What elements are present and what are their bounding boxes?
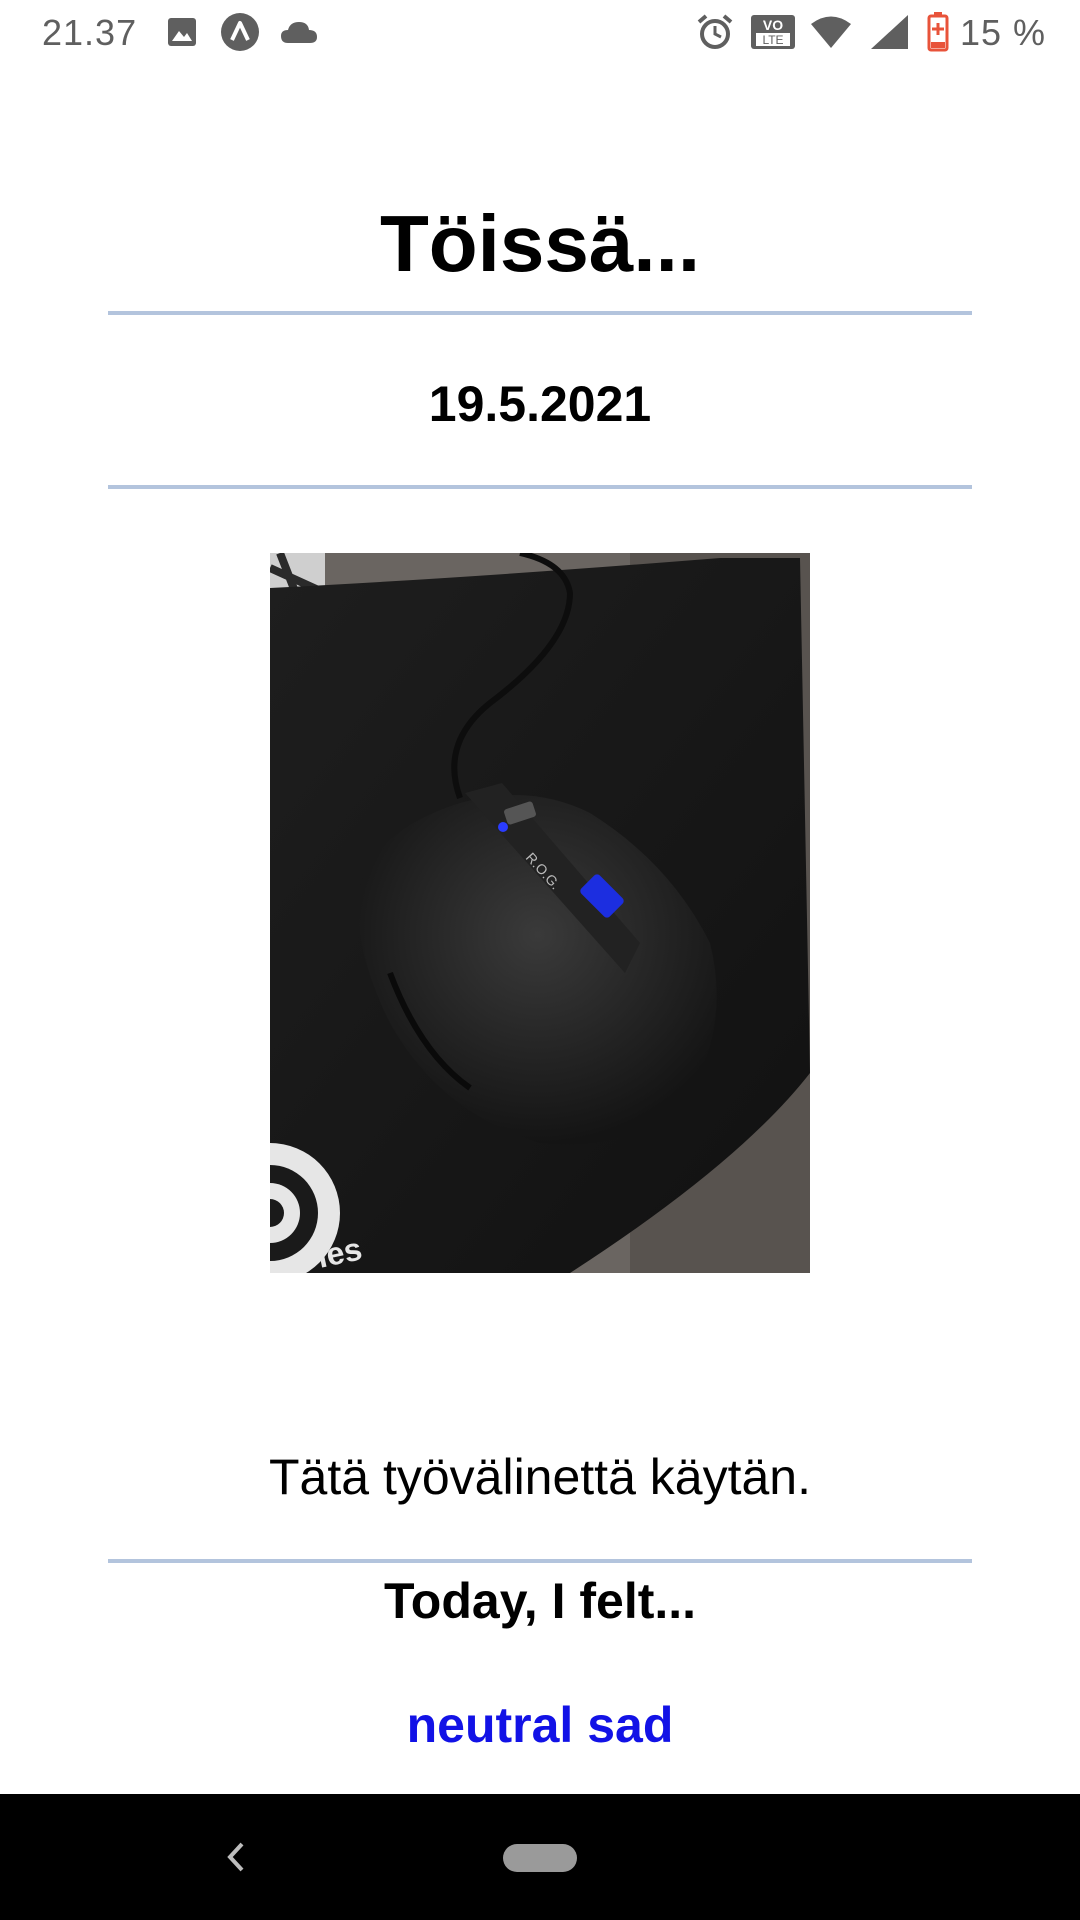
entry-title: Töissä... <box>379 199 701 288</box>
entry-photo: R.O.G. ies <box>270 553 810 1273</box>
svg-text:LTE: LTE <box>762 33 783 47</box>
journal-entry[interactable]: Töissä... 19.5.2021 R.O.G. ies Tätä työv… <box>0 64 1080 1794</box>
image-icon <box>166 14 198 50</box>
mood-link[interactable]: neutral sad <box>0 1700 1080 1750</box>
back-icon[interactable] <box>214 1834 254 1880</box>
divider <box>108 311 972 315</box>
volte-icon: VO LTE <box>750 14 796 50</box>
entry-date: 19.5.2021 <box>428 376 652 432</box>
battery-percent: 15 % <box>960 12 1047 53</box>
alarm-icon <box>696 14 734 50</box>
status-time: 21.37 <box>42 12 138 53</box>
status-bar: 21.37 VO LTE 15 % <box>0 0 1080 64</box>
divider <box>108 485 972 489</box>
navigation-bar <box>0 1794 1080 1920</box>
app-a-icon <box>220 13 260 51</box>
entry-caption: Tätä työvälinettä käytän. <box>269 1449 811 1505</box>
home-pill-icon[interactable] <box>503 1844 577 1872</box>
felt-heading: Today, I felt... <box>383 1573 697 1629</box>
svg-text:VO: VO <box>763 17 783 33</box>
divider <box>108 1559 972 1563</box>
signal-icon <box>868 14 910 50</box>
battery-low-icon <box>926 12 950 52</box>
cloud-icon <box>280 14 318 50</box>
wifi-icon <box>810 14 852 50</box>
